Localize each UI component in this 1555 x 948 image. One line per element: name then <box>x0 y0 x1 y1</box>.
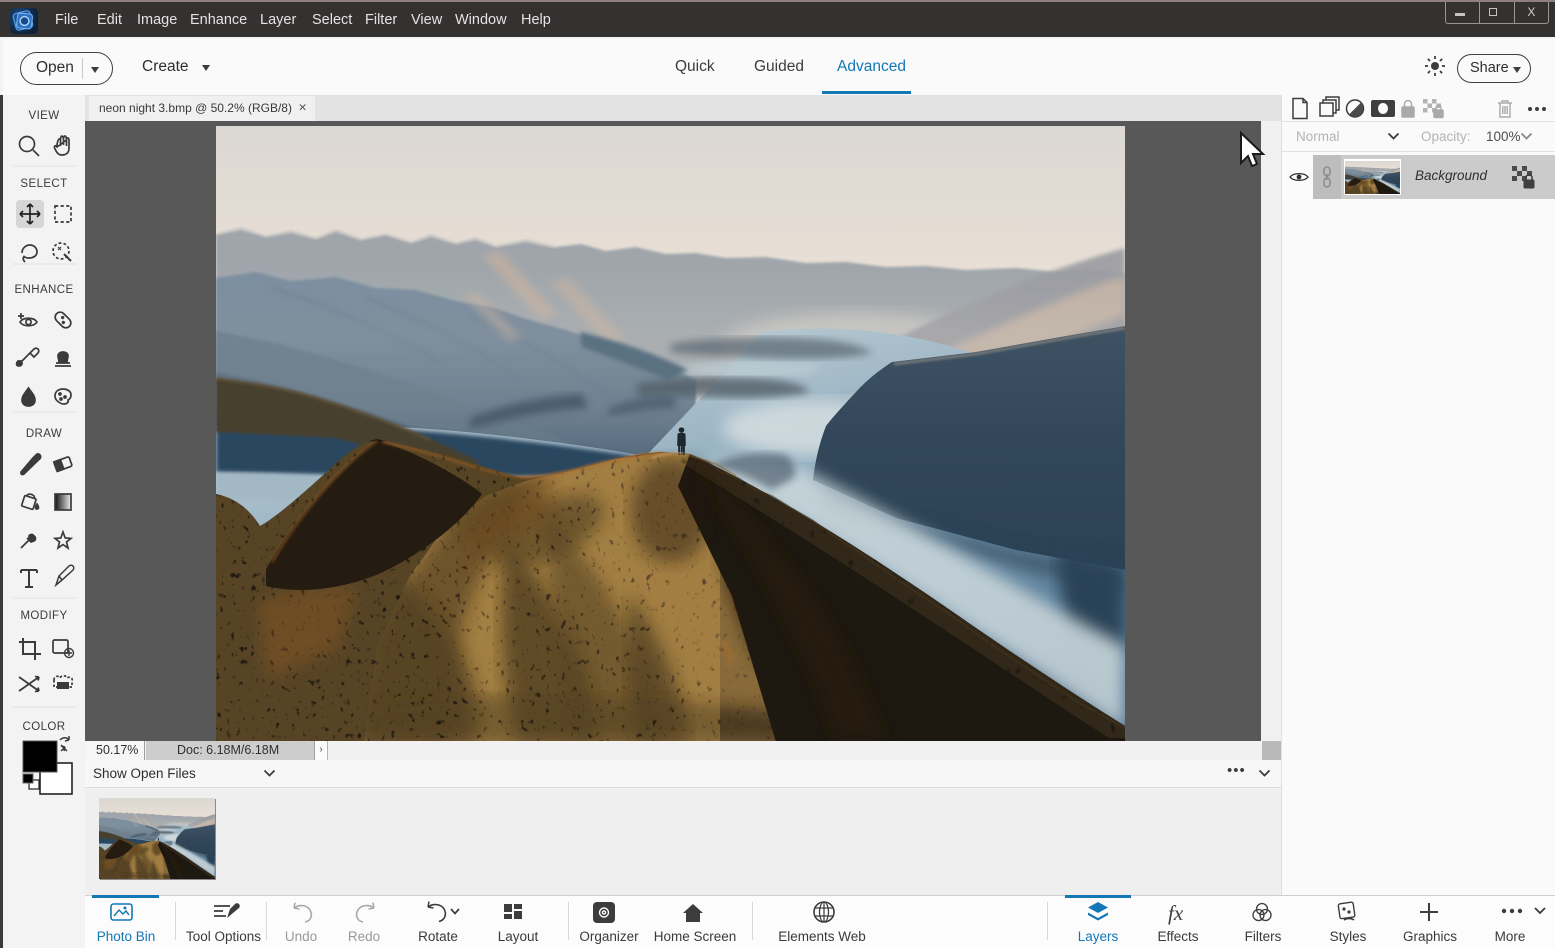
svg-text:fx: fx <box>1168 901 1184 925</box>
